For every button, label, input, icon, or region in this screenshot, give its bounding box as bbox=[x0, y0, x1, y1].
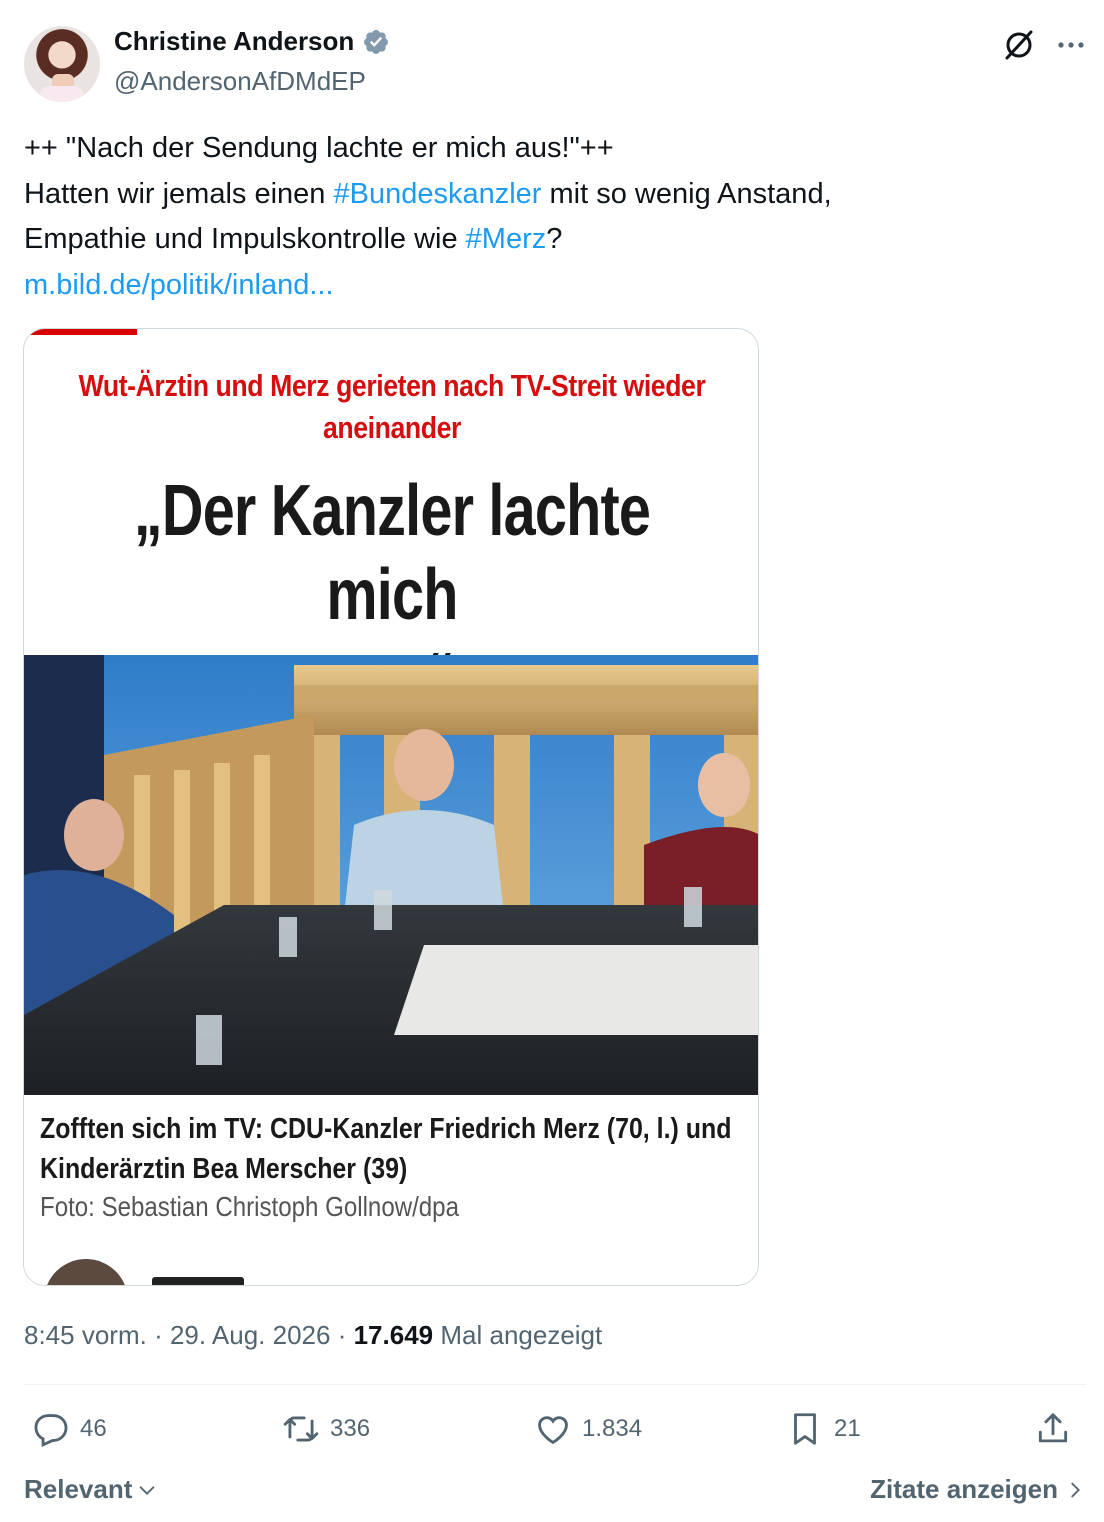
bookmark-icon bbox=[794, 1413, 816, 1445]
tweet-text-line-1: ++ "Nach der Sendung lachte er mich aus!… bbox=[24, 132, 614, 164]
photo-credit: Foto: Sebastian Christoph Gollnow/dpa bbox=[40, 1191, 459, 1222]
hashtag-bundeskanzler[interactable]: #Bundeskanzler bbox=[333, 178, 541, 210]
media-card[interactable]: Wut-Ärztin und Merz gerieten nach TV-Str… bbox=[23, 328, 759, 1286]
grok-icon[interactable] bbox=[1002, 28, 1036, 62]
sort-dropdown[interactable]: Relevant bbox=[24, 1474, 158, 1505]
view-label: Mal angezeigt bbox=[440, 1320, 603, 1350]
retweet-button[interactable]: 336 bbox=[282, 1410, 370, 1448]
chevron-right-icon bbox=[1071, 1482, 1080, 1497]
like-count: 1.834 bbox=[582, 1415, 643, 1442]
sort-label: Relevant bbox=[24, 1474, 133, 1504]
more-icon[interactable] bbox=[1054, 28, 1088, 62]
tweet-text-line-3: Empathie und Impulskontrolle wie #Merz? bbox=[24, 223, 563, 255]
reply-button[interactable]: 46 bbox=[32, 1410, 107, 1448]
article-author-name bbox=[152, 1277, 244, 1285]
view-count: 17.649 bbox=[353, 1320, 434, 1350]
hashtag-merz[interactable]: #Merz bbox=[466, 223, 547, 255]
photo-caption: Zofften sich im TV: CDU-Kanzler Friedric… bbox=[40, 1113, 732, 1185]
tweet-text: ++ "Nach der Sendung lachte er mich aus!… bbox=[24, 126, 1084, 308]
bookmark-button[interactable]: 21 bbox=[786, 1410, 861, 1448]
tweet-header: Christine Anderson @AndersonAfDMdEP bbox=[24, 24, 1088, 104]
bild-red-bar bbox=[24, 329, 137, 335]
action-bar: 46 336 1.834 21 bbox=[24, 1404, 1086, 1456]
tweet-text-line-2: Hatten wir jemals einen #Bundeskanzler m… bbox=[24, 177, 832, 210]
share-icon bbox=[1038, 1413, 1068, 1443]
author-avatar[interactable] bbox=[24, 26, 100, 102]
tweet-time[interactable]: 8:45 vorm. bbox=[24, 1320, 147, 1350]
verified-badge-icon bbox=[364, 29, 389, 54]
replies-footer: Relevant Zitate anzeigen bbox=[24, 1470, 1086, 1510]
tweet-meta: 8:45 vorm. · 29. Aug. 2026 · 17.649 Mal … bbox=[24, 1320, 603, 1350]
reply-count: 46 bbox=[80, 1415, 107, 1442]
divider bbox=[24, 1384, 1086, 1385]
chevron-down-icon bbox=[140, 1485, 155, 1495]
show-quotes-link[interactable]: Zitate anzeigen bbox=[870, 1474, 1086, 1505]
reply-icon bbox=[34, 1414, 68, 1448]
article-kicker: Wut-Ärztin und Merz gerieten nach TV-Str… bbox=[78, 368, 706, 445]
share-button[interactable] bbox=[1034, 1410, 1072, 1448]
retweet-count: 336 bbox=[330, 1415, 371, 1442]
retweet-icon bbox=[283, 1416, 319, 1442]
author-name[interactable]: Christine Anderson bbox=[114, 26, 354, 57]
like-button[interactable]: 1.834 bbox=[534, 1410, 642, 1448]
author-name-row: Christine Anderson bbox=[114, 26, 390, 57]
quotes-label: Zitate anzeigen bbox=[870, 1474, 1058, 1504]
author-handle[interactable]: @AndersonAfDMdEP bbox=[114, 66, 366, 97]
article-photo bbox=[24, 655, 758, 1095]
article-author-avatar bbox=[44, 1259, 128, 1285]
like-icon bbox=[538, 1416, 568, 1445]
tweet-date[interactable]: 29. Aug. 2026 bbox=[170, 1320, 330, 1350]
bookmark-count: 21 bbox=[834, 1415, 861, 1442]
tweet-link[interactable]: m.bild.de/politik/inland... bbox=[24, 263, 1084, 309]
